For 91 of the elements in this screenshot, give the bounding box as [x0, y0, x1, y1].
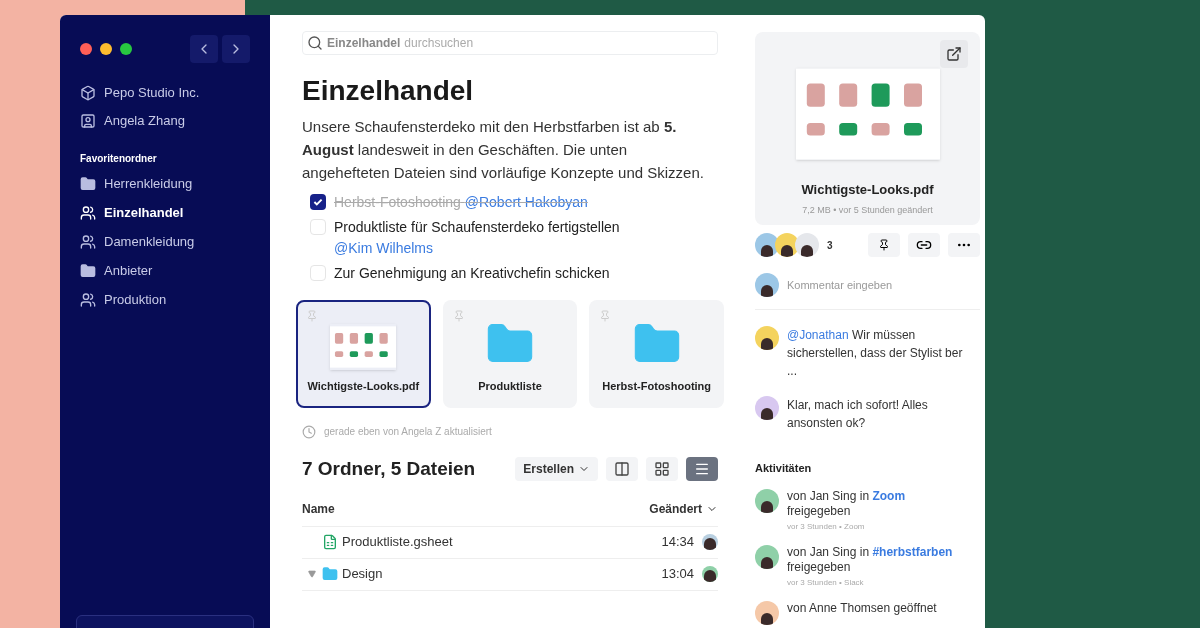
- viewer-count: 3: [827, 238, 833, 253]
- mention-link[interactable]: @Kim Wilhelms: [334, 240, 433, 256]
- pinned-card[interactable]: Produktliste: [442, 300, 578, 408]
- back-button[interactable]: [190, 35, 218, 63]
- box-icon: [80, 85, 96, 101]
- shared-folder-icon: [80, 205, 96, 221]
- activity-text: von Jan Sing in #herbstfarben freigegeben: [787, 544, 954, 575]
- folder-icon: [80, 263, 96, 279]
- task-text: Herbst-Fotoshooting @Robert Hakobyan: [334, 193, 588, 212]
- view-toggle[interactable]: [606, 457, 638, 482]
- open-external-button[interactable]: [940, 40, 968, 68]
- activity-text: von Anne Thomsen geöffnet: [787, 600, 938, 616]
- pin-icon: [878, 239, 890, 251]
- activity-meta: vor 3 Stunden • Zoom: [787, 520, 866, 533]
- activity-meta: vor 3 Stunden • Slack: [787, 576, 865, 589]
- split-view-icon: [614, 461, 630, 478]
- sidebar-item[interactable]: Herrenkleidung: [80, 174, 250, 194]
- view-toggle[interactable]: [686, 457, 718, 482]
- description: Unsere Schaufensterdeko mit den Herbstfarben ist ab 5. August landesweit in den Geschäften. Die unten angehefteten Dateien sind vorläufige Konzepte und Skizzen.: [302, 117, 705, 183]
- shared-folder-icon: [80, 292, 96, 308]
- checkbox[interactable]: [310, 265, 326, 281]
- forward-button[interactable]: [222, 35, 250, 63]
- search-icon: [307, 35, 323, 51]
- more-button[interactable]: [948, 233, 980, 257]
- sidebar-item[interactable]: Produktion: [80, 290, 250, 310]
- update-note: gerade eben von Angela Z aktualisiert: [324, 425, 492, 439]
- grid-view-icon: [654, 461, 670, 478]
- avatar: [702, 566, 718, 582]
- pin-icon: [306, 310, 318, 322]
- file-name: Design: [342, 565, 384, 584]
- activity-link[interactable]: #herbstfarben: [872, 544, 953, 559]
- file-row[interactable]: Produktliste.gsheet 14:34: [302, 526, 718, 559]
- listing-title: 7 Ordner, 5 Dateien: [302, 457, 476, 481]
- avatar: [755, 488, 779, 513]
- pin-icon: [599, 310, 612, 322]
- mention-link[interactable]: @Jonathan: [787, 328, 849, 342]
- column-header[interactable]: Geändert: [649, 499, 718, 518]
- folder-icon: [322, 566, 338, 582]
- sidebar-account[interactable]: Angela Zhang: [80, 111, 250, 131]
- pinned-label: Herbst-Fotoshooting: [602, 378, 712, 394]
- pinned-label: Produktliste: [478, 378, 542, 394]
- pin-icon: [452, 310, 465, 322]
- checkbox[interactable]: [310, 219, 326, 235]
- sidebar-item[interactable]: Einzelhandel: [80, 203, 250, 223]
- file-row[interactable]: Design 13:04: [302, 558, 718, 591]
- avatar: [755, 233, 779, 257]
- activity-text: von Jan Sing in Zoom freigegeben: [787, 488, 907, 519]
- pinned-card[interactable]: Wichtigste-Looks.pdf: [296, 300, 431, 408]
- search-field[interactable]: Einzelhandel durchsuchen: [302, 31, 718, 55]
- create-button[interactable]: Erstellen: [515, 457, 598, 482]
- avatar: [755, 396, 779, 420]
- avatar: [702, 534, 718, 550]
- avatar: [795, 233, 819, 257]
- pinned-card[interactable]: Herbst-Fotoshooting: [589, 300, 724, 408]
- file-name: Produktliste.gsheet: [342, 533, 454, 552]
- comment-text: @Jonathan Wir müssen sicherstellen, dass der Stylist ber ...: [787, 327, 964, 380]
- modified-time: 13:04: [661, 565, 694, 584]
- clothing-sheet-drawing: [330, 323, 397, 370]
- section-heading: Favoritenordner: [80, 152, 158, 166]
- avatar: [775, 233, 799, 257]
- link-button[interactable]: [908, 233, 940, 257]
- check-icon: [312, 196, 324, 208]
- pin-button[interactable]: [868, 233, 900, 257]
- view-toggle[interactable]: [646, 457, 678, 482]
- pinned-label: Wichtigste-Looks.pdf: [307, 378, 420, 394]
- task-text: Zur Genehmigung an Kreativchefin schicken: [334, 264, 610, 283]
- task-text: Produktliste für Schaufensterdeko fertigstellen @Kim Wilhelms: [334, 218, 621, 258]
- person-folder-icon: [80, 113, 96, 129]
- section-heading: Aktivitäten: [755, 461, 813, 476]
- avatar: [755, 326, 779, 350]
- avatar: [755, 544, 779, 569]
- clock-icon: [302, 424, 316, 439]
- shared-folder-icon: [80, 234, 96, 250]
- modified-time: 14:34: [661, 533, 694, 552]
- mention-link[interactable]: @Robert Hakobyan: [464, 194, 588, 210]
- sidebar-item[interactable]: Damenkleidung: [80, 232, 250, 252]
- open-external-icon: [946, 46, 962, 62]
- expand-triangle-icon[interactable]: [308, 570, 316, 578]
- preview-meta: 7,2 MB • vor 5 Stunden geändert: [802, 203, 933, 217]
- avatar: [755, 600, 779, 625]
- avatar: [755, 273, 779, 297]
- spreadsheet-icon: [322, 534, 338, 550]
- preview-file-name: Wichtigste-Looks.pdf: [801, 181, 934, 199]
- folder-icon: [80, 176, 96, 192]
- activity-link[interactable]: Zoom: [872, 488, 906, 503]
- sidebar-item[interactable]: Anbieter: [80, 261, 250, 281]
- sidebar-account[interactable]: Pepo Studio Inc.: [80, 83, 250, 103]
- page-title: Einzelhandel: [302, 75, 475, 107]
- comment-text: Klar, mach ich sofort! Alles ansonsten ok?: [787, 397, 929, 432]
- checkbox[interactable]: [310, 194, 326, 210]
- column-header[interactable]: Name: [302, 499, 335, 518]
